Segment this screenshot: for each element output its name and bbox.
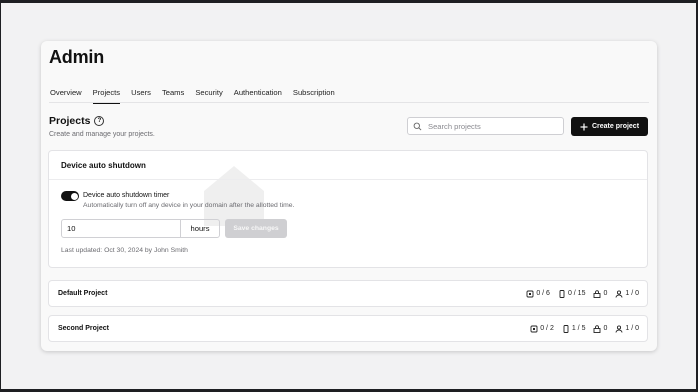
lock-icon [594, 324, 601, 333]
duration-unit-label: hours [180, 219, 220, 238]
card-divider [49, 179, 647, 180]
user-icon [615, 289, 623, 298]
project-name: Second Project [58, 325, 109, 332]
project-row-second[interactable]: Second Project 0 / 2 1 / 5 0 1 / 0 [48, 315, 648, 342]
search-input[interactable] [426, 120, 550, 132]
phone-icon [559, 289, 565, 298]
project-stats: 0 / 6 0 / 15 0 1 / 0 [526, 289, 639, 298]
toggle-description: Automatically turn off any device in you… [83, 202, 295, 209]
page-title: Admin [49, 47, 104, 67]
search-box[interactable] [407, 117, 564, 135]
lock-icon [594, 289, 601, 298]
stat-value: 0 / 15 [567, 290, 586, 297]
plus-icon [580, 123, 588, 130]
projects-header: Projects ? Create and manage your projec… [49, 115, 155, 138]
phone-icon [563, 324, 569, 333]
question-circle-icon[interactable]: ? [94, 116, 105, 126]
toggle-label: Device auto shutdown timer [83, 192, 170, 199]
search-icon [413, 122, 422, 130]
create-project-button[interactable]: Create project [571, 117, 648, 136]
tabs-divider [49, 102, 649, 103]
admin-panel: Admin Overview Projects Users Teams Secu… [41, 41, 657, 351]
projects-subtitle: Create and manage your projects. [49, 131, 155, 138]
create-project-label: Create project [591, 123, 640, 130]
auto-shutdown-card: Device auto shutdown Device auto shutdow… [48, 150, 648, 268]
project-stats: 0 / 2 1 / 5 0 1 / 0 [530, 324, 639, 333]
save-changes-button[interactable]: Save changes [225, 219, 287, 238]
projects-title: Projects [49, 115, 91, 127]
auto-shutdown-title: Device auto shutdown [61, 161, 146, 170]
stat-value: 0 [603, 290, 608, 297]
shutdown-duration-input[interactable] [61, 219, 181, 238]
user-icon [615, 324, 623, 333]
stat-value: 1 / 0 [625, 290, 639, 297]
chip-icon [530, 325, 538, 332]
stat-value: 1 / 5 [571, 325, 586, 332]
stat-value: 1 / 0 [625, 325, 639, 332]
stat-value: 0 / 6 [536, 290, 550, 297]
project-row-default[interactable]: Default Project 0 / 6 0 / 15 0 1 / 0 [48, 280, 648, 307]
stat-value: 0 [603, 325, 608, 332]
toggle-knob [70, 192, 78, 200]
last-updated-text: Last updated: Oct 30, 2024 by John Smith [61, 247, 188, 254]
stat-value: 0 / 2 [540, 325, 554, 332]
chip-icon [526, 290, 534, 297]
project-name: Default Project [58, 290, 108, 297]
auto-shutdown-toggle[interactable] [61, 191, 79, 201]
